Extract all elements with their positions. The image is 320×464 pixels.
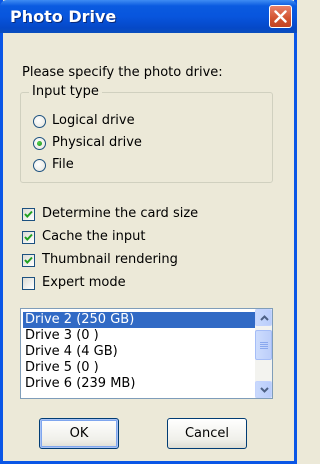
chevron-down-icon [260,387,269,393]
cancel-button[interactable]: Cancel [167,418,247,449]
checkmark-icon [24,233,33,241]
checkbox-label-cache-input[interactable]: Cache the input [42,229,145,244]
list-item-drive-4[interactable]: Drive 4 (4 GB) [23,344,261,360]
drive-listbox[interactable]: Drive 2 (250 GB) Drive 3 (0 ) Drive 4 (4… [20,308,273,399]
checkbox-determine-card-size[interactable] [22,208,35,221]
checkmark-icon [24,256,33,264]
radio-label-physical-drive[interactable]: Physical drive [52,135,142,150]
scrollbar-thumb[interactable] [255,330,272,360]
list-item-drive-2[interactable]: Drive 2 (250 GB) [23,312,255,328]
radio-label-logical-drive[interactable]: Logical drive [52,113,135,128]
checkbox-label-thumbnail-rendering[interactable]: Thumbnail rendering [42,252,178,267]
list-item-drive-5[interactable]: Drive 5 (0 ) [23,360,261,376]
ok-button[interactable]: OK [39,418,119,449]
vertical-scrollbar[interactable] [255,309,272,398]
window-title: Photo Drive [10,7,117,26]
radio-label-file[interactable]: File [52,157,74,172]
list-item-drive-6[interactable]: Drive 6 (239 MB) [23,376,261,392]
checkbox-thumbnail-rendering[interactable] [22,254,35,267]
scroll-up-button[interactable] [255,309,272,326]
close-icon [274,10,287,23]
checkbox-label-determine-card-size[interactable]: Determine the card size [42,206,198,221]
checkbox-cache-input[interactable] [22,231,35,244]
radio-selected-dot [37,141,42,146]
close-button[interactable] [269,5,292,28]
radio-physical-drive[interactable] [33,137,46,150]
group-legend: Input type [29,84,102,99]
title-bar[interactable]: Photo Drive [0,0,297,33]
list-item-drive-3[interactable]: Drive 3 (0 ) [23,328,261,344]
prompt-label: Please specify the photo drive: [22,65,223,80]
scroll-down-button[interactable] [255,381,272,398]
chevron-up-icon [260,315,269,321]
radio-logical-drive[interactable] [33,115,46,128]
checkmark-icon [24,210,33,218]
radio-file[interactable] [33,159,46,172]
checkbox-label-expert-mode[interactable]: Expert mode [42,275,126,290]
checkbox-expert-mode[interactable] [22,277,35,290]
